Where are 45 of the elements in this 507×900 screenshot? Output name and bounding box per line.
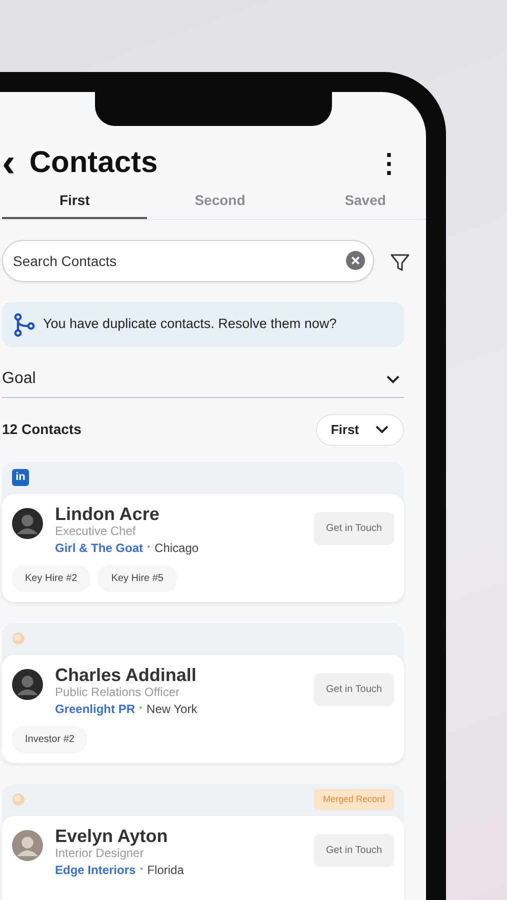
get-in-touch-button[interactable]: Get in Touch (314, 672, 394, 706)
get-in-touch-button[interactable]: Get in Touch (314, 834, 394, 867)
separator-dot: • (147, 541, 151, 556)
company-link[interactable]: Edge Interiors (55, 860, 136, 879)
merge-icon (13, 312, 35, 336)
contact-count: 12 Contacts (2, 420, 82, 440)
goal-dropdown[interactable]: Goal (2, 367, 404, 398)
company-link[interactable]: Greenlight PR (55, 700, 136, 718)
resolve-link[interactable]: Resolve them now? (218, 316, 337, 332)
chevron-down-icon (386, 374, 400, 384)
tab[interactable]: Second (147, 186, 293, 219)
page-title: Contacts (29, 148, 159, 178)
location: New York (146, 700, 198, 718)
tab[interactable]: First (2, 186, 148, 219)
company-link[interactable]: Girl & The Goat (55, 538, 144, 557)
tab[interactable]: Saved (292, 186, 426, 219)
job-title: Interior Designer (55, 846, 145, 861)
linkedin-icon: in (12, 469, 29, 486)
filter-icon[interactable] (390, 253, 410, 273)
search-field[interactable]: Search Contacts (2, 240, 374, 282)
separator-dot: • (140, 863, 144, 878)
location: Chicago (154, 540, 199, 557)
avatar (12, 830, 43, 861)
job-title: Executive Chef (55, 524, 137, 539)
back-button[interactable]: ‹ (2, 143, 16, 183)
tag: Key Hire #5 (98, 564, 176, 592)
source-dot-icon (12, 793, 25, 806)
location: Florida (147, 862, 184, 879)
get-in-touch-button[interactable]: Get in Touch (314, 512, 394, 544)
job-title: Public Relations Officer (55, 685, 180, 700)
sort-dropdown[interactable]: First (316, 414, 404, 446)
source-dot-icon (12, 632, 25, 646)
contact-name: Charles Addinall (55, 664, 198, 686)
contact-name: Evelyn Ayton (55, 826, 169, 846)
tag: Key Hire #2 (12, 564, 90, 592)
more-menu-button[interactable]: ⋮ (376, 150, 402, 176)
chevron-down-icon (375, 425, 389, 434)
separator-dot: • (139, 702, 143, 716)
banner-text: You have duplicate contacts. Resolve them now? (43, 315, 337, 334)
avatar (12, 668, 43, 700)
tag: Investor #2 (12, 726, 88, 753)
avatar (12, 508, 43, 538)
contact-name: Lindon Acre (55, 504, 160, 524)
merged-record-badge: Merged Record (314, 788, 394, 810)
clear-icon[interactable] (346, 251, 365, 270)
